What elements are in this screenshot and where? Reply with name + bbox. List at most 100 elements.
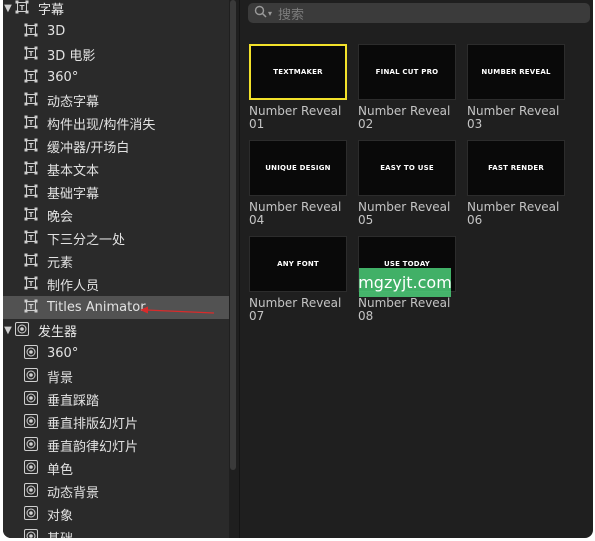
svg-text:T: T	[29, 119, 34, 127]
clip-thumbnail[interactable]: FINAL CUT PRO	[358, 44, 456, 100]
sidebar-item[interactable]: T 动态字幕	[3, 89, 229, 112]
clip-name: Number Reveal 04	[249, 200, 342, 227]
annotation-arrow-icon	[140, 306, 215, 314]
title-icon: T	[15, 0, 29, 18]
sidebar-item-label: 元素	[47, 256, 74, 271]
sidebar-item[interactable]: 垂直踩踏	[3, 388, 229, 411]
sidebar-item[interactable]: 360°	[3, 342, 229, 365]
chevron-down-icon[interactable]: ▾	[268, 9, 272, 18]
title-icon: T	[24, 138, 38, 156]
sidebar-item[interactable]: T 下三分之一处	[3, 227, 229, 250]
sidebar-item[interactable]: 动态背景	[3, 480, 229, 503]
clip-tile[interactable]: TEXTMAKER Number Reveal 01	[249, 44, 347, 131]
thumbnail-title: USE TODAY	[383, 260, 431, 268]
sidebar-item-label: 垂直排版幻灯片	[47, 417, 139, 432]
title-icon: T	[24, 115, 38, 133]
thumbnail-title: FINAL CUT PRO	[375, 68, 439, 76]
sidebar-item-label: 基本文本	[47, 164, 100, 179]
sidebar-item-label: 基础字幕	[47, 187, 100, 202]
sidebar-item-label: 缓冲器/开场白	[47, 141, 130, 156]
sidebar-item[interactable]: T 晚会	[3, 204, 229, 227]
clip-name: Number Reveal 07	[249, 296, 342, 323]
generator-icon	[24, 413, 38, 432]
sidebar-item[interactable]: 垂直排版幻灯片	[3, 411, 229, 434]
clip-name: Number Reveal 06	[467, 200, 560, 227]
svg-text:T: T	[29, 234, 34, 242]
svg-text:T: T	[29, 211, 34, 219]
sidebar-item[interactable]: T 3D 电影	[3, 43, 229, 66]
sidebar-item[interactable]: 对象	[3, 503, 229, 526]
sidebar-item-label: 对象	[47, 509, 74, 524]
svg-text:T: T	[29, 280, 34, 288]
pane-divider[interactable]	[239, 0, 240, 538]
svg-text:T: T	[29, 165, 34, 173]
sidebar-item[interactable]: 背景	[3, 365, 229, 388]
clip-tile[interactable]: ANY FONT Number Reveal 07	[249, 236, 347, 323]
sidebar-item[interactable]: 基础	[3, 526, 229, 538]
svg-text:T: T	[20, 4, 25, 12]
sidebar-item[interactable]: T 元素	[3, 250, 229, 273]
clip-thumbnail[interactable]: NUMBER REVEAL	[467, 44, 565, 100]
generator-icon	[15, 321, 29, 340]
sidebar-item-label: 360°	[47, 346, 79, 361]
title-icon: T	[24, 184, 38, 202]
sidebar-item-label: 基础	[47, 528, 73, 538]
sidebar-item-label: 3D	[47, 24, 66, 39]
thumbnail-title: ANY FONT	[277, 260, 319, 268]
sidebar-item-label: 动态背景	[47, 486, 100, 501]
generator-icon	[24, 459, 38, 478]
thumbnail-title: FAST RENDER	[488, 164, 544, 172]
sidebar-category-label: 发生器	[38, 325, 78, 340]
disclosure-triangle-icon[interactable]: ▼	[3, 325, 13, 336]
clip-thumbnail[interactable]: TEXTMAKER	[249, 44, 347, 100]
app-window: ▼ T 字幕 T 3D T 3D 电影 T 360° T 动态字幕 T 构件出现/构件消失 T 缓冲器/开场…	[3, 0, 593, 538]
title-icon: T	[24, 161, 38, 179]
title-icon: T	[24, 46, 38, 64]
sidebar-item-label: 3D 电影	[47, 49, 96, 64]
sidebar-item[interactable]: T 缓冲器/开场白	[3, 135, 229, 158]
thumbnail-title: TEXTMAKER	[273, 68, 323, 76]
clip-thumbnail[interactable]: ANY FONT	[249, 236, 347, 292]
sidebar-item[interactable]: 单色	[3, 457, 229, 480]
disclosure-triangle-icon[interactable]: ▼	[3, 3, 13, 14]
clip-tile[interactable]: UNIQUE DESIGN Number Reveal 04	[249, 140, 347, 227]
sidebar-item-label: 垂直踩踏	[47, 394, 100, 409]
svg-text:T: T	[29, 303, 34, 311]
search-icon	[254, 5, 267, 21]
search-field[interactable]: ▾ 搜索	[248, 3, 590, 23]
clip-thumbnail[interactable]: EASY TO USE	[358, 140, 456, 196]
title-icon: T	[24, 253, 38, 271]
svg-text:T: T	[29, 96, 34, 104]
svg-text:T: T	[29, 73, 34, 81]
generator-icon	[24, 390, 38, 409]
clip-name: Number Reveal 01	[249, 104, 342, 131]
clip-name: Number Reveal 03	[467, 104, 560, 131]
title-icon: T	[24, 230, 38, 248]
clip-tile[interactable]: FAST RENDER Number Reveal 06	[467, 140, 565, 227]
clip-name: Number Reveal 08	[358, 296, 451, 323]
sidebar-item[interactable]: T 构件出现/构件消失	[3, 112, 229, 135]
sidebar-item-label: Titles Animator	[47, 300, 146, 315]
sidebar-item[interactable]: 垂直韵律幻灯片	[3, 434, 229, 457]
sidebar-item[interactable]: T 360°	[3, 66, 229, 89]
svg-text:T: T	[29, 257, 34, 265]
sidebar-item[interactable]: T 基本文本	[3, 158, 229, 181]
clip-thumbnail[interactable]: FAST RENDER	[467, 140, 565, 196]
search-input[interactable]: 搜索	[278, 4, 304, 23]
sidebar-category-1[interactable]: ▼ 发生器	[3, 319, 229, 342]
sidebar-item[interactable]: T 制作人员	[3, 273, 229, 296]
title-icon: T	[24, 92, 38, 110]
svg-text:T: T	[29, 142, 34, 150]
sidebar-scrollbar[interactable]	[230, 0, 236, 470]
clip-tile[interactable]: FINAL CUT PRO Number Reveal 02	[358, 44, 456, 131]
clip-tile[interactable]: NUMBER REVEAL Number Reveal 03	[467, 44, 565, 131]
clip-tile[interactable]: EASY TO USE Number Reveal 05	[358, 140, 456, 227]
clip-thumbnail[interactable]: UNIQUE DESIGN	[249, 140, 347, 196]
title-icon: T	[24, 276, 38, 294]
sidebar-category-0[interactable]: ▼ T 字幕	[3, 0, 229, 20]
svg-text:T: T	[29, 188, 34, 196]
clip-name: Number Reveal 02	[358, 104, 451, 131]
sidebar-item[interactable]: T 3D	[3, 20, 229, 43]
sidebar-item[interactable]: T 基础字幕	[3, 181, 229, 204]
sidebar-item-label: 垂直韵律幻灯片	[47, 440, 139, 455]
